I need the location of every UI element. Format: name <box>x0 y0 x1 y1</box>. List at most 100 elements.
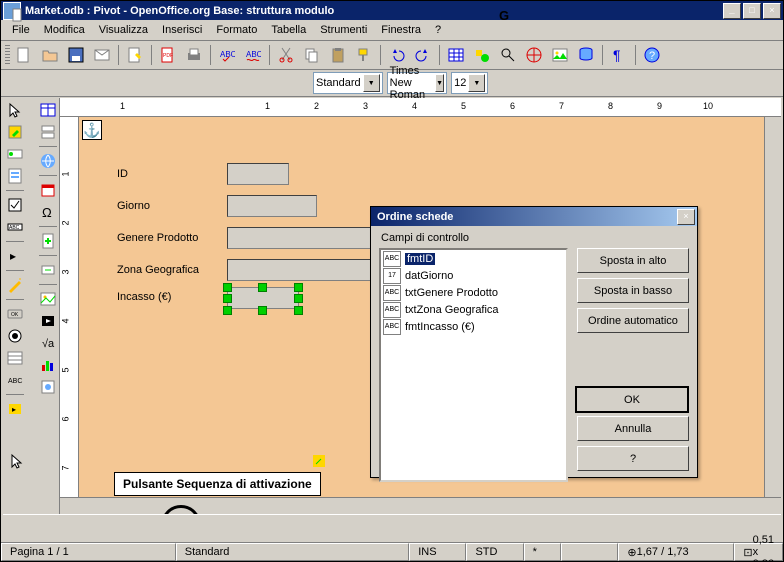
list-item[interactable]: ABCfmtID <box>381 250 566 267</box>
paste-icon[interactable] <box>326 43 350 67</box>
vertical-ruler[interactable]: 1 2 3 4 5 6 7 <box>60 117 79 497</box>
ruler-tick: 5 <box>61 367 71 372</box>
insert-image-icon[interactable] <box>38 289 58 309</box>
control-icon[interactable] <box>5 144 25 164</box>
label-icon[interactable]: ABC <box>5 370 25 390</box>
resize-handle[interactable] <box>294 306 303 315</box>
ruler-tick: 9 <box>657 101 662 111</box>
svg-text:G: G <box>499 8 509 23</box>
auto-order-button[interactable]: Ordine automatico <box>577 308 689 333</box>
help-button[interactable]: ? <box>577 446 689 471</box>
ruler-tick: 2 <box>61 220 71 225</box>
controls-nav-icon[interactable] <box>38 260 58 280</box>
anchor-icon[interactable]: ⚓ <box>82 120 102 140</box>
field-input[interactable] <box>227 259 387 281</box>
select-icon[interactable] <box>5 100 25 120</box>
svg-text:▸: ▸ <box>10 249 16 263</box>
table-icon[interactable] <box>444 43 468 67</box>
field-input[interactable] <box>227 163 289 185</box>
svg-text:Ω: Ω <box>42 205 52 220</box>
form-icon[interactable] <box>5 166 25 186</box>
dialog-close-button[interactable]: × <box>677 209 695 225</box>
wizard-icon[interactable] <box>5 275 25 295</box>
ruler-tick: 3 <box>61 269 71 274</box>
textfield-icon[interactable]: ABC <box>5 217 25 237</box>
redo-icon[interactable] <box>411 43 435 67</box>
ruler-tick: 4 <box>412 101 417 111</box>
status-blank <box>561 543 618 561</box>
status-mode[interactable]: STD <box>466 543 523 561</box>
svg-text:▸: ▸ <box>12 405 16 414</box>
dialog-titlebar[interactable]: Ordine schede × <box>371 207 697 226</box>
ruler-tick: 1 <box>265 101 270 111</box>
more-controls-icon[interactable]: ▸ <box>5 246 25 266</box>
move-up-button[interactable]: Sposta in alto <box>577 248 689 273</box>
insert-doc-icon[interactable] <box>38 231 58 251</box>
menu-window[interactable]: Finestra <box>374 22 428 38</box>
list-item[interactable]: ABCfmtIncasso (€) <box>381 318 566 335</box>
resize-handle[interactable] <box>294 294 303 303</box>
listbox-icon[interactable] <box>5 348 25 368</box>
form-row-id: ID <box>117 163 289 185</box>
status-size: ⊡ 0,51 x 0,26 <box>734 543 783 561</box>
date-icon[interactable] <box>38 180 58 200</box>
statusbar: Pagina 1 / 1 Standard INS STD * ⊕ 1,67 /… <box>1 542 783 561</box>
resize-handle[interactable] <box>223 294 232 303</box>
form-row-zona: Zona Geografica <box>117 259 387 281</box>
draw-icon[interactable] <box>470 43 494 67</box>
checkbox-icon[interactable] <box>5 195 25 215</box>
ruler-tick: 6 <box>61 416 71 421</box>
dialog-title: Ordine schede <box>373 211 675 223</box>
field-label: Giorno <box>117 200 227 212</box>
ruler-tick: 1 <box>61 171 71 176</box>
list-item[interactable]: ABCtxtZona Geografica <box>381 301 566 318</box>
size-value: 12 <box>454 77 466 89</box>
format-paint-icon[interactable] <box>352 43 376 67</box>
list-item[interactable]: 17datGiorno <box>381 267 566 284</box>
insert-formula-icon[interactable]: √a <box>38 333 58 353</box>
insert-chart-icon[interactable] <box>38 355 58 375</box>
undo-icon[interactable] <box>385 43 409 67</box>
more-icon[interactable]: ▸ <box>5 399 25 419</box>
size-combo[interactable]: 12▼ <box>451 72 488 94</box>
resize-handle[interactable] <box>258 283 267 292</box>
move-down-button[interactable]: Sposta in basso <box>577 278 689 303</box>
ruler-tick: 3 <box>363 101 368 111</box>
status-modified: * <box>524 543 562 561</box>
insert-movie-icon[interactable] <box>38 311 58 331</box>
resize-handle[interactable] <box>258 306 267 315</box>
radio-icon[interactable] <box>5 326 25 346</box>
design-mode-icon[interactable] <box>5 122 25 142</box>
resize-handle[interactable] <box>223 306 232 315</box>
status-ins[interactable]: INS <box>409 543 466 561</box>
field-label: Genere Prodotto <box>117 232 227 244</box>
list-item[interactable]: ABCtxtGenere Prodotto <box>381 284 566 301</box>
horizontal-ruler[interactable]: 1 1 2 3 4 5 6 7 8 9 10 <box>60 98 781 117</box>
menu-tools[interactable]: Strumenti <box>313 22 374 38</box>
menu-help[interactable]: ? <box>428 22 448 38</box>
form-row-giorno: Giorno <box>117 195 317 217</box>
dropdown-icon[interactable]: ▼ <box>363 74 380 92</box>
resize-handle[interactable] <box>294 283 303 292</box>
insert-section-icon[interactable] <box>38 122 58 142</box>
vertical-scrollbar[interactable] <box>764 117 781 497</box>
insert-table-icon[interactable] <box>38 100 58 120</box>
dropdown-icon[interactable]: ▼ <box>435 74 444 92</box>
list-item-label: txtZona Geografica <box>405 304 499 316</box>
ok-button[interactable]: OK <box>575 386 689 413</box>
dropdown-icon[interactable]: ▼ <box>468 74 485 92</box>
style-combo[interactable]: Standard▼ <box>313 72 383 94</box>
insert-ole-icon[interactable] <box>38 377 58 397</box>
resize-handle[interactable] <box>223 283 232 292</box>
button-icon[interactable]: OK <box>5 304 25 324</box>
cancel-button[interactable]: Annulla <box>577 416 689 441</box>
ruler-tick: 2 <box>314 101 319 111</box>
font-combo[interactable]: Times New Roman▼ <box>387 72 447 94</box>
field-input[interactable] <box>227 227 387 249</box>
hyperlink-icon[interactable] <box>38 151 58 171</box>
field-input[interactable] <box>227 195 317 217</box>
controls-listbox[interactable]: ABCfmtID 17datGiorno ABCtxtGenere Prodot… <box>379 248 568 482</box>
field-label: Incasso (€) <box>117 291 227 303</box>
list-item-label: fmtID <box>405 253 435 265</box>
special-char-icon[interactable]: Ω <box>38 202 58 222</box>
